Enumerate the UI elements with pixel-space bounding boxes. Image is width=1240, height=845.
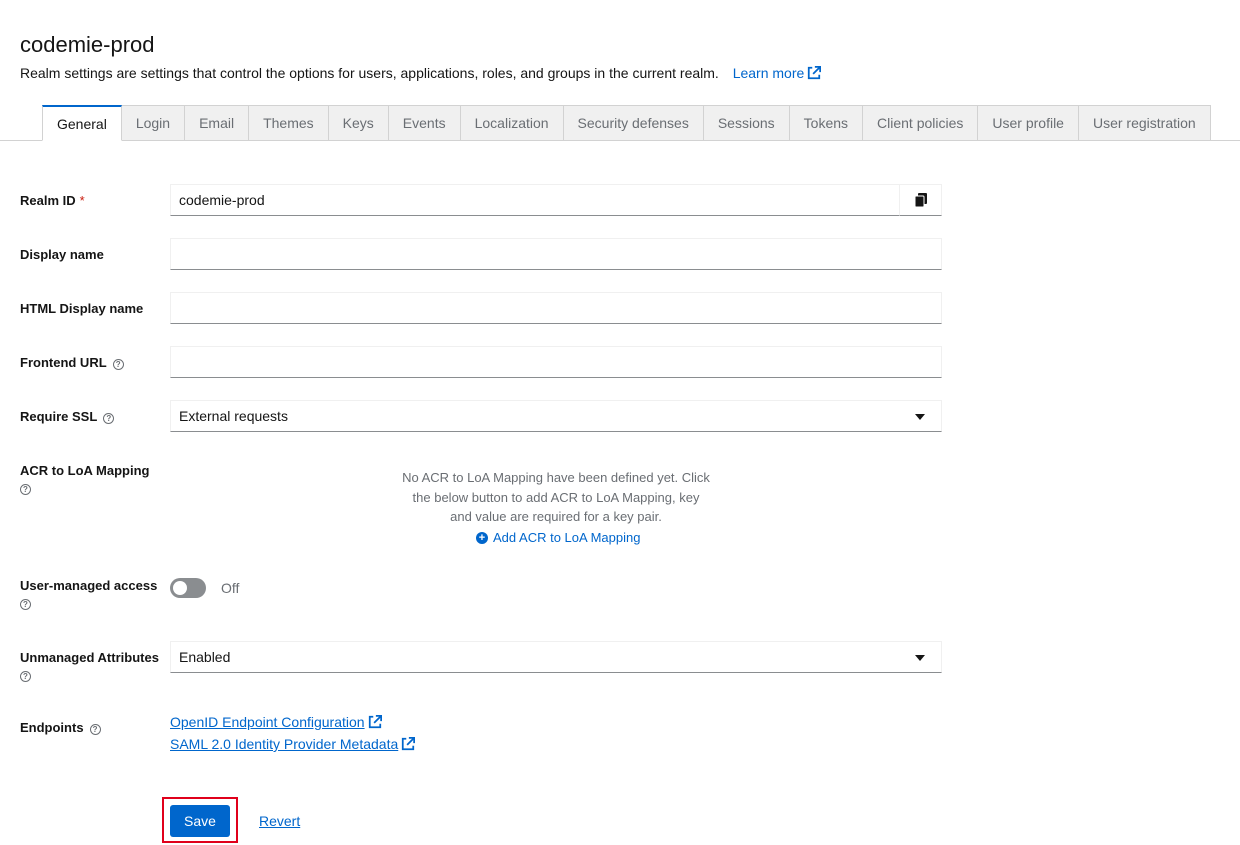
html-display-name-field[interactable] [170, 292, 942, 324]
external-link-icon [368, 715, 382, 729]
realm-id-label: Realm ID * [20, 193, 85, 208]
copy-button[interactable] [899, 184, 942, 216]
plus-circle-icon: + [476, 531, 488, 544]
add-acr-loa-mapping-button[interactable]: + Add ACR to LoA Mapping [476, 530, 640, 545]
realm-id-field[interactable]: codemie-prod [170, 184, 900, 216]
toggle-knob [173, 581, 187, 595]
saml-metadata-label: SAML 2.0 Identity Provider Metadata [170, 736, 399, 752]
learn-more-label: Learn more [732, 65, 805, 81]
user-managed-access-toggle[interactable] [170, 578, 206, 598]
require-ssl-value: External requests [179, 408, 288, 424]
help-icon[interactable]: ? [20, 484, 31, 495]
tab-tokens[interactable]: Tokens [789, 105, 864, 141]
unmanaged-attributes-label: Unmanaged Attributes ? [20, 650, 159, 682]
acr-loa-label: ACR to LoA Mapping ? [20, 463, 150, 495]
user-managed-access-label-text: User-managed access [20, 578, 158, 593]
external-link-icon [402, 737, 416, 751]
endpoints-label-text: Endpoints [20, 720, 84, 735]
help-icon[interactable]: ? [20, 599, 31, 610]
require-ssl-label-text: Require SSL [20, 409, 98, 424]
external-link-icon [808, 66, 822, 80]
user-managed-access-label: User-managed access ? [20, 578, 157, 610]
realm-id-label-text: Realm ID [20, 193, 76, 208]
acr-loa-label-text: ACR to LoA Mapping [20, 463, 150, 478]
require-ssl-label: Require SSL? [20, 409, 115, 424]
required-mark: * [79, 193, 85, 208]
tab-localization[interactable]: Localization [460, 105, 564, 141]
acr-loa-empty-state: No ACR to LoA Mapping have been defined … [402, 470, 710, 524]
tab-sessions[interactable]: Sessions [703, 105, 790, 141]
unmanaged-attributes-label-text: Unmanaged Attributes [20, 650, 159, 665]
help-icon[interactable]: ? [103, 413, 115, 424]
require-ssl-select[interactable]: External requests [170, 400, 942, 432]
tab-user-registration[interactable]: User registration [1078, 105, 1211, 141]
tab-general[interactable]: General [42, 105, 122, 141]
tab-security-defenses[interactable]: Security defenses [563, 105, 704, 141]
tab-keys[interactable]: Keys [328, 105, 389, 141]
caret-down-icon [915, 414, 925, 420]
toggle-state-label: Off [221, 580, 240, 596]
frontend-url-label: Frontend URL? [20, 355, 124, 370]
openid-endpoint-link[interactable]: OpenID Endpoint Configuration [170, 714, 382, 730]
save-button[interactable]: Save [170, 805, 230, 837]
tab-email[interactable]: Email [185, 105, 250, 141]
unmanaged-attributes-select[interactable]: Enabled [170, 641, 942, 673]
description-text: Realm settings are settings that control… [20, 65, 719, 81]
openid-endpoint-label: OpenID Endpoint Configuration [170, 714, 365, 730]
revert-button[interactable]: Revert [259, 813, 300, 829]
html-display-name-label: HTML Display name [20, 301, 144, 316]
settings-tabs: General Login Email Themes Keys Events L… [20, 105, 1240, 141]
endpoints-label: Endpoints? [20, 720, 101, 735]
page-title: codemie-prod [20, 32, 155, 57]
help-icon[interactable]: ? [89, 724, 101, 735]
frontend-url-field[interactable] [170, 346, 942, 378]
unmanaged-attributes-value: Enabled [179, 649, 231, 665]
frontend-url-label-text: Frontend URL [20, 355, 107, 370]
add-acr-loa-label: Add ACR to LoA Mapping [493, 530, 641, 545]
help-icon[interactable]: ? [20, 671, 31, 682]
caret-down-icon [915, 655, 925, 661]
tabs-spacer [20, 105, 42, 141]
help-icon[interactable]: ? [112, 359, 124, 370]
page-description: Realm settings are settings that control… [20, 65, 822, 81]
saml-metadata-link[interactable]: SAML 2.0 Identity Provider Metadata [170, 736, 416, 752]
tab-login[interactable]: Login [121, 105, 186, 141]
tab-client-policies[interactable]: Client policies [863, 105, 979, 141]
tab-user-profile[interactable]: User profile [978, 105, 1079, 141]
tab-themes[interactable]: Themes [249, 105, 329, 141]
display-name-field[interactable] [170, 238, 942, 270]
copy-icon [914, 193, 927, 207]
tab-events[interactable]: Events [388, 105, 461, 141]
learn-more-link[interactable]: Learn more [733, 65, 822, 81]
display-name-label: Display name [20, 247, 104, 262]
